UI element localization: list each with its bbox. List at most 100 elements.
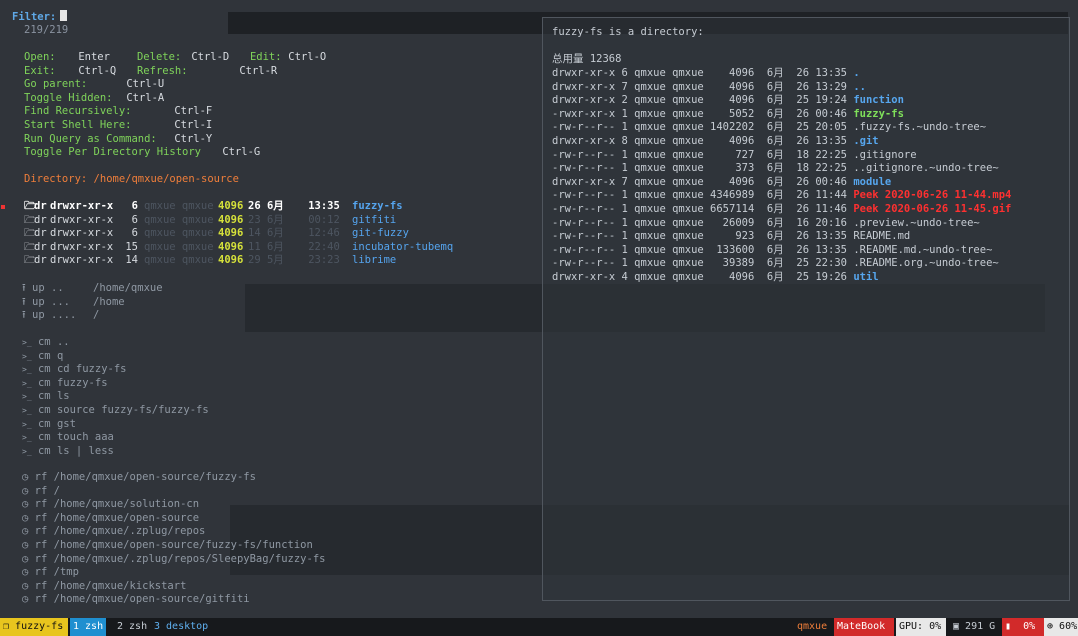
preview-meta: -rw-r--r-- 1 qmxue qmxue 6657114 6月 26 1… bbox=[552, 203, 847, 215]
preview-row: -rw-r--r-- 1 qmxue qmxue 727 6月 18 22:25… bbox=[552, 149, 917, 163]
command-history-row[interactable]: >_ cm touch aaa bbox=[22, 431, 114, 445]
recent-folder-row[interactable]: ◷ rf /home/qmxue/.zplug/repos/SleepyBag/… bbox=[22, 553, 325, 567]
file-entry-row[interactable]: 🗁dr drwxr-xr-x 6 qmxue qmxue 4096 23 6月 00:12 g… bbox=[24, 214, 396, 228]
recent-path: / bbox=[53, 484, 60, 497]
entry-links: 6 bbox=[131, 200, 138, 212]
rf-tag: rf bbox=[34, 498, 48, 511]
entry-type: dr bbox=[34, 200, 47, 212]
preview-row: -rwxr-xr-x 1 qmxue qmxue 5052 6月 26 00:4… bbox=[552, 108, 904, 122]
session-label: fuzzy-fs bbox=[15, 621, 64, 632]
disk-usage: ▣ 291 G bbox=[950, 618, 998, 636]
entry-time: 22:40 bbox=[308, 240, 340, 253]
preview-meta: -rw-r--r-- 1 qmxue qmxue 727 6月 18 22:25 bbox=[552, 148, 847, 161]
terminal-icon: >_ bbox=[22, 378, 32, 388]
command-history-row[interactable]: >_ cm fuzzy-fs bbox=[22, 377, 108, 391]
up-tag: up bbox=[32, 282, 45, 294]
cm-tag: cm bbox=[37, 376, 51, 389]
rf-tag: rf bbox=[34, 579, 48, 592]
file-entry-row[interactable]: 🗁dr drwxr-xr-x 6 qmxue qmxue 4096 26 6月 13:35 f… bbox=[24, 200, 403, 214]
window-tab[interactable]: 2 zsh bbox=[114, 618, 150, 636]
user-name: qmxue bbox=[797, 621, 828, 632]
entry-size: 4096 bbox=[218, 200, 244, 212]
clock-icon: ◷ bbox=[22, 525, 29, 538]
preview-name: README.md bbox=[853, 230, 911, 243]
match-count-text: 219/219 bbox=[24, 24, 69, 36]
window-tab[interactable]: 3 desktop bbox=[151, 618, 211, 636]
help-row: Go parent: Ctrl-U bbox=[24, 78, 164, 92]
recent-folder-row[interactable]: ◷ rf /home/qmxue/open-source/gitfiti bbox=[22, 593, 250, 607]
command-history-row[interactable]: >_ cm source fuzzy-fs/fuzzy-fs bbox=[22, 404, 209, 418]
entry-permissions: drwxr-xr-x bbox=[50, 200, 114, 212]
file-entry-row[interactable]: 🗁dr drwxr-xr-x 6 qmxue qmxue 4096 14 6月 12:46 g… bbox=[24, 227, 409, 241]
preview-name: .fuzzy-fs.~undo-tree~ bbox=[853, 121, 987, 134]
preview-meta: drwxr-xr-x 2 qmxue qmxue 4096 6月 25 19:2… bbox=[552, 94, 847, 107]
up-path: /home bbox=[93, 295, 125, 308]
up-tag: up bbox=[32, 309, 45, 322]
preview-name: . bbox=[853, 67, 860, 79]
cm-tag: cm bbox=[37, 431, 51, 444]
cm-tag: cm bbox=[37, 363, 51, 376]
file-entry-row[interactable]: 🗁dr drwxr-xr-x 15 qmxue qmxue 4096 11 6月 22:40… bbox=[24, 241, 453, 255]
help-action-label: Find Recursively: bbox=[24, 105, 132, 118]
recent-folder-row[interactable]: ◷ rf /home/qmxue/solution-cn bbox=[22, 498, 199, 512]
command-history-row[interactable]: >_ cm gst bbox=[22, 418, 76, 432]
command-history-row[interactable]: >_ cm ls | less bbox=[22, 445, 114, 459]
preview-meta: -rw-r--r-- 1 qmxue qmxue 1402202 6月 25 2… bbox=[552, 121, 847, 134]
entry-type: dr bbox=[34, 213, 47, 226]
filter-cursor[interactable] bbox=[60, 10, 68, 21]
command-history-row[interactable]: >_ cm q bbox=[22, 350, 63, 364]
terminal-icon: >_ bbox=[22, 338, 32, 347]
recent-path: /tmp bbox=[53, 566, 79, 579]
command-history-row[interactable]: >_ cm ls bbox=[22, 390, 70, 404]
recent-folder-row[interactable]: ◷ rf /tmp bbox=[22, 566, 79, 580]
folder-icon: 🗁 bbox=[24, 227, 38, 240]
recent-path: /home/qmxue/open-source/gitfiti bbox=[53, 593, 250, 606]
command-text: .. bbox=[56, 336, 70, 348]
cpu-value: 0% bbox=[1023, 621, 1036, 632]
recent-folder-row[interactable]: ◷ rf /home/qmxue/kickstart bbox=[22, 580, 186, 594]
preview-meta: -rwxr-xr-x 1 qmxue qmxue 5052 6月 26 00:4… bbox=[552, 107, 847, 120]
preview-meta: drwxr-xr-x 6 qmxue qmxue 4096 6月 26 13:3… bbox=[552, 67, 847, 79]
command-history-row[interactable]: >_ cm .. bbox=[22, 336, 70, 350]
help-row: Toggle Per Directory History Ctrl-G bbox=[24, 146, 260, 160]
entry-date: 26 6月 bbox=[248, 200, 284, 212]
window-tab[interactable]: 1 zsh bbox=[70, 618, 107, 636]
preview-meta: drwxr-xr-x 7 qmxue qmxue 4096 6月 26 13:2… bbox=[552, 80, 847, 93]
file-entry-row[interactable]: 🗁dr drwxr-xr-x 14 qmxue qmxue 4096 29 5月 23:23… bbox=[24, 254, 396, 268]
recent-folder-row[interactable]: ◷ rf /home/qmxue/open-source bbox=[22, 512, 199, 526]
preview-name: .README.org.~undo-tree~ bbox=[853, 257, 999, 270]
help-row: Run Query as Command: Ctrl-Y bbox=[24, 133, 212, 147]
entry-permissions: drwxr-xr-x bbox=[50, 240, 114, 253]
help-key-binding: Ctrl-F bbox=[174, 105, 213, 118]
filter-line[interactable]: Filter: bbox=[12, 10, 68, 24]
cm-tag: cm bbox=[37, 349, 51, 362]
help-row: Exit: Ctrl-Q Refresh: Ctrl-R bbox=[24, 65, 277, 79]
help-key-binding: Enter bbox=[78, 51, 110, 63]
help-row: Find Recursively: Ctrl-F bbox=[24, 105, 212, 119]
command-text: fuzzy-fs bbox=[56, 376, 108, 389]
recent-path: /home/qmxue/open-source/fuzzy-fs bbox=[53, 471, 256, 483]
clock-icon: ◷ bbox=[22, 511, 29, 524]
recent-folder-row[interactable]: ◷ rf /home/qmxue/open-source/fuzzy-fs/fu… bbox=[22, 539, 313, 553]
recent-folder-row[interactable]: ◷ rf / bbox=[22, 485, 60, 499]
gpu-usage: GPU: 0% bbox=[896, 618, 946, 636]
command-history-row[interactable]: >_ cm cd fuzzy-fs bbox=[22, 363, 127, 377]
go-up-row[interactable]: ⭱ up .. /home/qmxue bbox=[22, 282, 163, 296]
terminal-icon: >_ bbox=[22, 365, 32, 375]
recent-folder-row[interactable]: ◷ rf /home/qmxue/open-source/fuzzy-fs bbox=[22, 471, 256, 485]
entry-name: librime bbox=[352, 254, 397, 267]
recent-folder-row[interactable]: ◷ rf /home/qmxue/.zplug/repos bbox=[22, 525, 205, 539]
session-icon: ❐ bbox=[3, 621, 16, 632]
help-key-binding: Ctrl-U bbox=[126, 78, 165, 91]
entry-date: 14 6月 bbox=[248, 227, 284, 240]
help-action-label: Edit: bbox=[249, 51, 282, 63]
entry-name: fuzzy-fs bbox=[352, 200, 403, 212]
preview-row: drwxr-xr-x 7 qmxue qmxue 4096 6月 26 00:4… bbox=[552, 176, 891, 190]
go-up-row[interactable]: ⭱ up ... /home bbox=[22, 296, 125, 310]
help-action-label: Open: bbox=[24, 51, 56, 63]
go-up-row[interactable]: ⭱ up .... / bbox=[22, 309, 99, 323]
preview-name: .git bbox=[853, 135, 879, 147]
host-name: MateBook bbox=[834, 618, 894, 636]
help-key-binding: Ctrl-D bbox=[191, 51, 230, 63]
preview-meta: drwxr-xr-x 8 qmxue qmxue 4096 6月 26 13:3… bbox=[552, 135, 847, 147]
